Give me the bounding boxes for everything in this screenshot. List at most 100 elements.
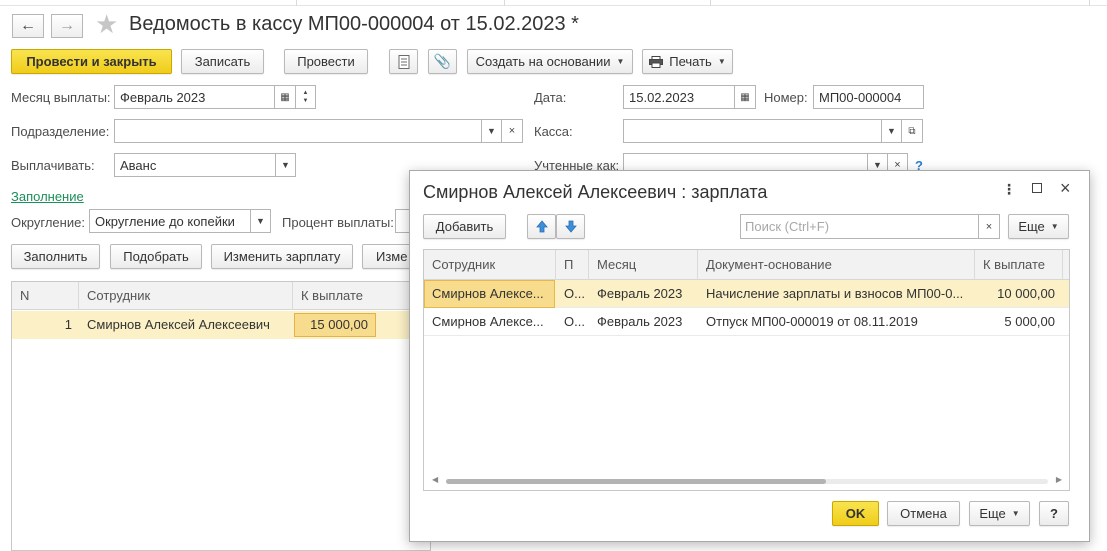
column-header-document[interactable]: Документ-основание [698, 250, 975, 280]
post-and-close-button[interactable]: Провести и закрыть [11, 49, 172, 74]
cash-dropdown-button[interactable]: ▼ [881, 119, 902, 143]
scroll-thumb[interactable] [446, 479, 826, 484]
date-label: Дата: [534, 90, 567, 105]
rounding-label: Округление: [11, 215, 85, 230]
fill-link[interactable]: Заполнение [11, 189, 84, 204]
post-button[interactable]: Провести [284, 49, 368, 74]
table-header: Сотрудник П Месяц Документ-основание К в… [424, 250, 1069, 280]
top-tab-strip [0, 0, 1107, 6]
chevron-down-icon: ▼ [873, 160, 882, 170]
more-label: Еще [979, 506, 1006, 521]
move-up-button[interactable] [527, 214, 556, 239]
paperclip-icon: 📎 [433, 53, 452, 69]
arrow-left-icon: ← [20, 17, 36, 34]
row-p: О... [564, 286, 585, 301]
column-header-employee[interactable]: Сотрудник [424, 250, 556, 280]
row-document: Начисление зарплаты и взносов МП00-0... [706, 286, 964, 301]
scroll-left-icon[interactable]: ◀ [432, 475, 438, 484]
table-row[interactable]: Смирнов Алексе... О... Февраль 2023 Начи… [424, 280, 1069, 308]
calendar-icon: ▦ [280, 91, 290, 103]
attach-button[interactable]: 📎 [428, 49, 457, 74]
select-button[interactable]: Подобрать [110, 244, 202, 269]
add-button[interactable]: Добавить [423, 214, 506, 239]
column-header-amount[interactable]: К выплате [975, 250, 1063, 280]
open-window-icon: ⧉ [908, 125, 916, 137]
printer-icon [649, 55, 664, 68]
page-title: Ведомость в кассу МП00-000004 от 15.02.2… [129, 13, 579, 35]
row-month: Февраль 2023 [597, 286, 683, 301]
chevron-down-icon: ▼ [487, 126, 496, 136]
rounding-select[interactable]: Округление до копейки [89, 209, 251, 233]
month-input[interactable]: Февраль 2023 [114, 85, 275, 109]
fill-button[interactable]: Заполнить [11, 244, 100, 269]
pay-label: Выплачивать: [11, 158, 95, 173]
print-button[interactable]: Печать ▼ [642, 49, 733, 74]
create-based-on-button[interactable]: Создать на основании ▼ [467, 49, 633, 74]
table-row[interactable]: 1 Смирнов Алексей Алексеевич 15 000,00 [12, 311, 432, 339]
help-button[interactable]: ? [1039, 501, 1069, 526]
more-vertical-icon[interactable]: ⋮ [1002, 181, 1016, 198]
chevron-down-icon: ▼ [302, 98, 309, 104]
row-amount: 5 000,00 [1004, 314, 1055, 329]
row-amount: 10 000,00 [997, 286, 1055, 301]
column-header-month[interactable]: Месяц [589, 250, 698, 280]
chevron-down-icon: ▼ [281, 160, 290, 170]
close-icon: × [985, 220, 993, 233]
employees-table: N Сотрудник К выплате 1 Смирнов Алексей … [11, 281, 432, 551]
chevron-up-icon: ▲ [302, 90, 309, 96]
maximize-icon[interactable] [1032, 183, 1042, 193]
chevron-down-icon: ▼ [256, 216, 265, 226]
report-button[interactable] [389, 49, 418, 74]
date-calendar-button[interactable]: ▦ [734, 85, 756, 109]
pay-dropdown-button[interactable]: ▼ [275, 153, 296, 177]
division-dropdown-button[interactable]: ▼ [481, 119, 502, 143]
row-p: О... [564, 314, 585, 329]
column-header-employee[interactable]: Сотрудник [79, 282, 293, 310]
chevron-down-icon: ▼ [717, 57, 726, 66]
forward-button[interactable]: → [51, 14, 83, 38]
cash-input[interactable] [623, 119, 882, 143]
table-row[interactable]: Смирнов Алексе... О... Февраль 2023 Отпу… [424, 308, 1069, 336]
close-icon: × [508, 125, 516, 137]
save-button[interactable]: Записать [181, 49, 264, 74]
division-input[interactable] [114, 119, 482, 143]
rounding-dropdown-button[interactable]: ▼ [250, 209, 271, 233]
division-clear-button[interactable]: × [501, 119, 523, 143]
more-bottom-button[interactable]: Еще ▼ [969, 501, 1030, 526]
row-employee: Смирнов Алексе... [432, 286, 544, 301]
cash-open-button[interactable]: ⧉ [901, 119, 923, 143]
cancel-button[interactable]: Отмена [887, 501, 960, 526]
row-employee: Смирнов Алексей Алексеевич [87, 317, 270, 332]
scroll-right-icon[interactable]: ▶ [1056, 475, 1062, 484]
percent-label: Процент выплаты: [282, 215, 394, 230]
dialog-title: Смирнов Алексей Алексеевич : зарплата [423, 182, 768, 202]
print-label: Печать [669, 54, 712, 69]
more-label: Еще [1018, 219, 1045, 234]
move-down-button[interactable] [556, 214, 585, 239]
row-amount[interactable]: 15 000,00 [294, 313, 376, 337]
number-input[interactable]: МП00-000004 [813, 85, 924, 109]
create-based-on-label: Создать на основании [475, 54, 611, 69]
search-clear-button[interactable]: × [978, 214, 1000, 239]
close-icon[interactable]: × [1060, 178, 1071, 199]
change-salary-button[interactable]: Изменить зарплату [211, 244, 353, 269]
calendar-icon: ▦ [740, 91, 750, 103]
row-number: 1 [64, 317, 72, 332]
star-icon[interactable]: ★ [95, 11, 118, 37]
back-button[interactable]: ← [12, 14, 44, 38]
month-label: Месяц выплаты: [11, 90, 111, 105]
horizontal-scrollbar[interactable]: ◀ ▶ [432, 475, 1062, 485]
column-header-n[interactable]: N [12, 282, 79, 310]
pay-select[interactable]: Аванс [114, 153, 276, 177]
month-calendar-button[interactable]: ▦ [274, 85, 296, 109]
number-label: Номер: [764, 90, 808, 105]
column-header-p[interactable]: П [556, 250, 589, 280]
ok-button[interactable]: OK [832, 501, 879, 526]
arrow-up-icon [535, 220, 548, 233]
chevron-down-icon: ▼ [1050, 222, 1059, 231]
date-input[interactable]: 15.02.2023 [623, 85, 735, 109]
month-stepper[interactable]: ▲ ▼ [295, 85, 316, 109]
search-input[interactable]: Поиск (Ctrl+F) [740, 214, 1000, 239]
table-header: N Сотрудник К выплате [12, 282, 430, 310]
more-button[interactable]: Еще ▼ [1008, 214, 1069, 239]
